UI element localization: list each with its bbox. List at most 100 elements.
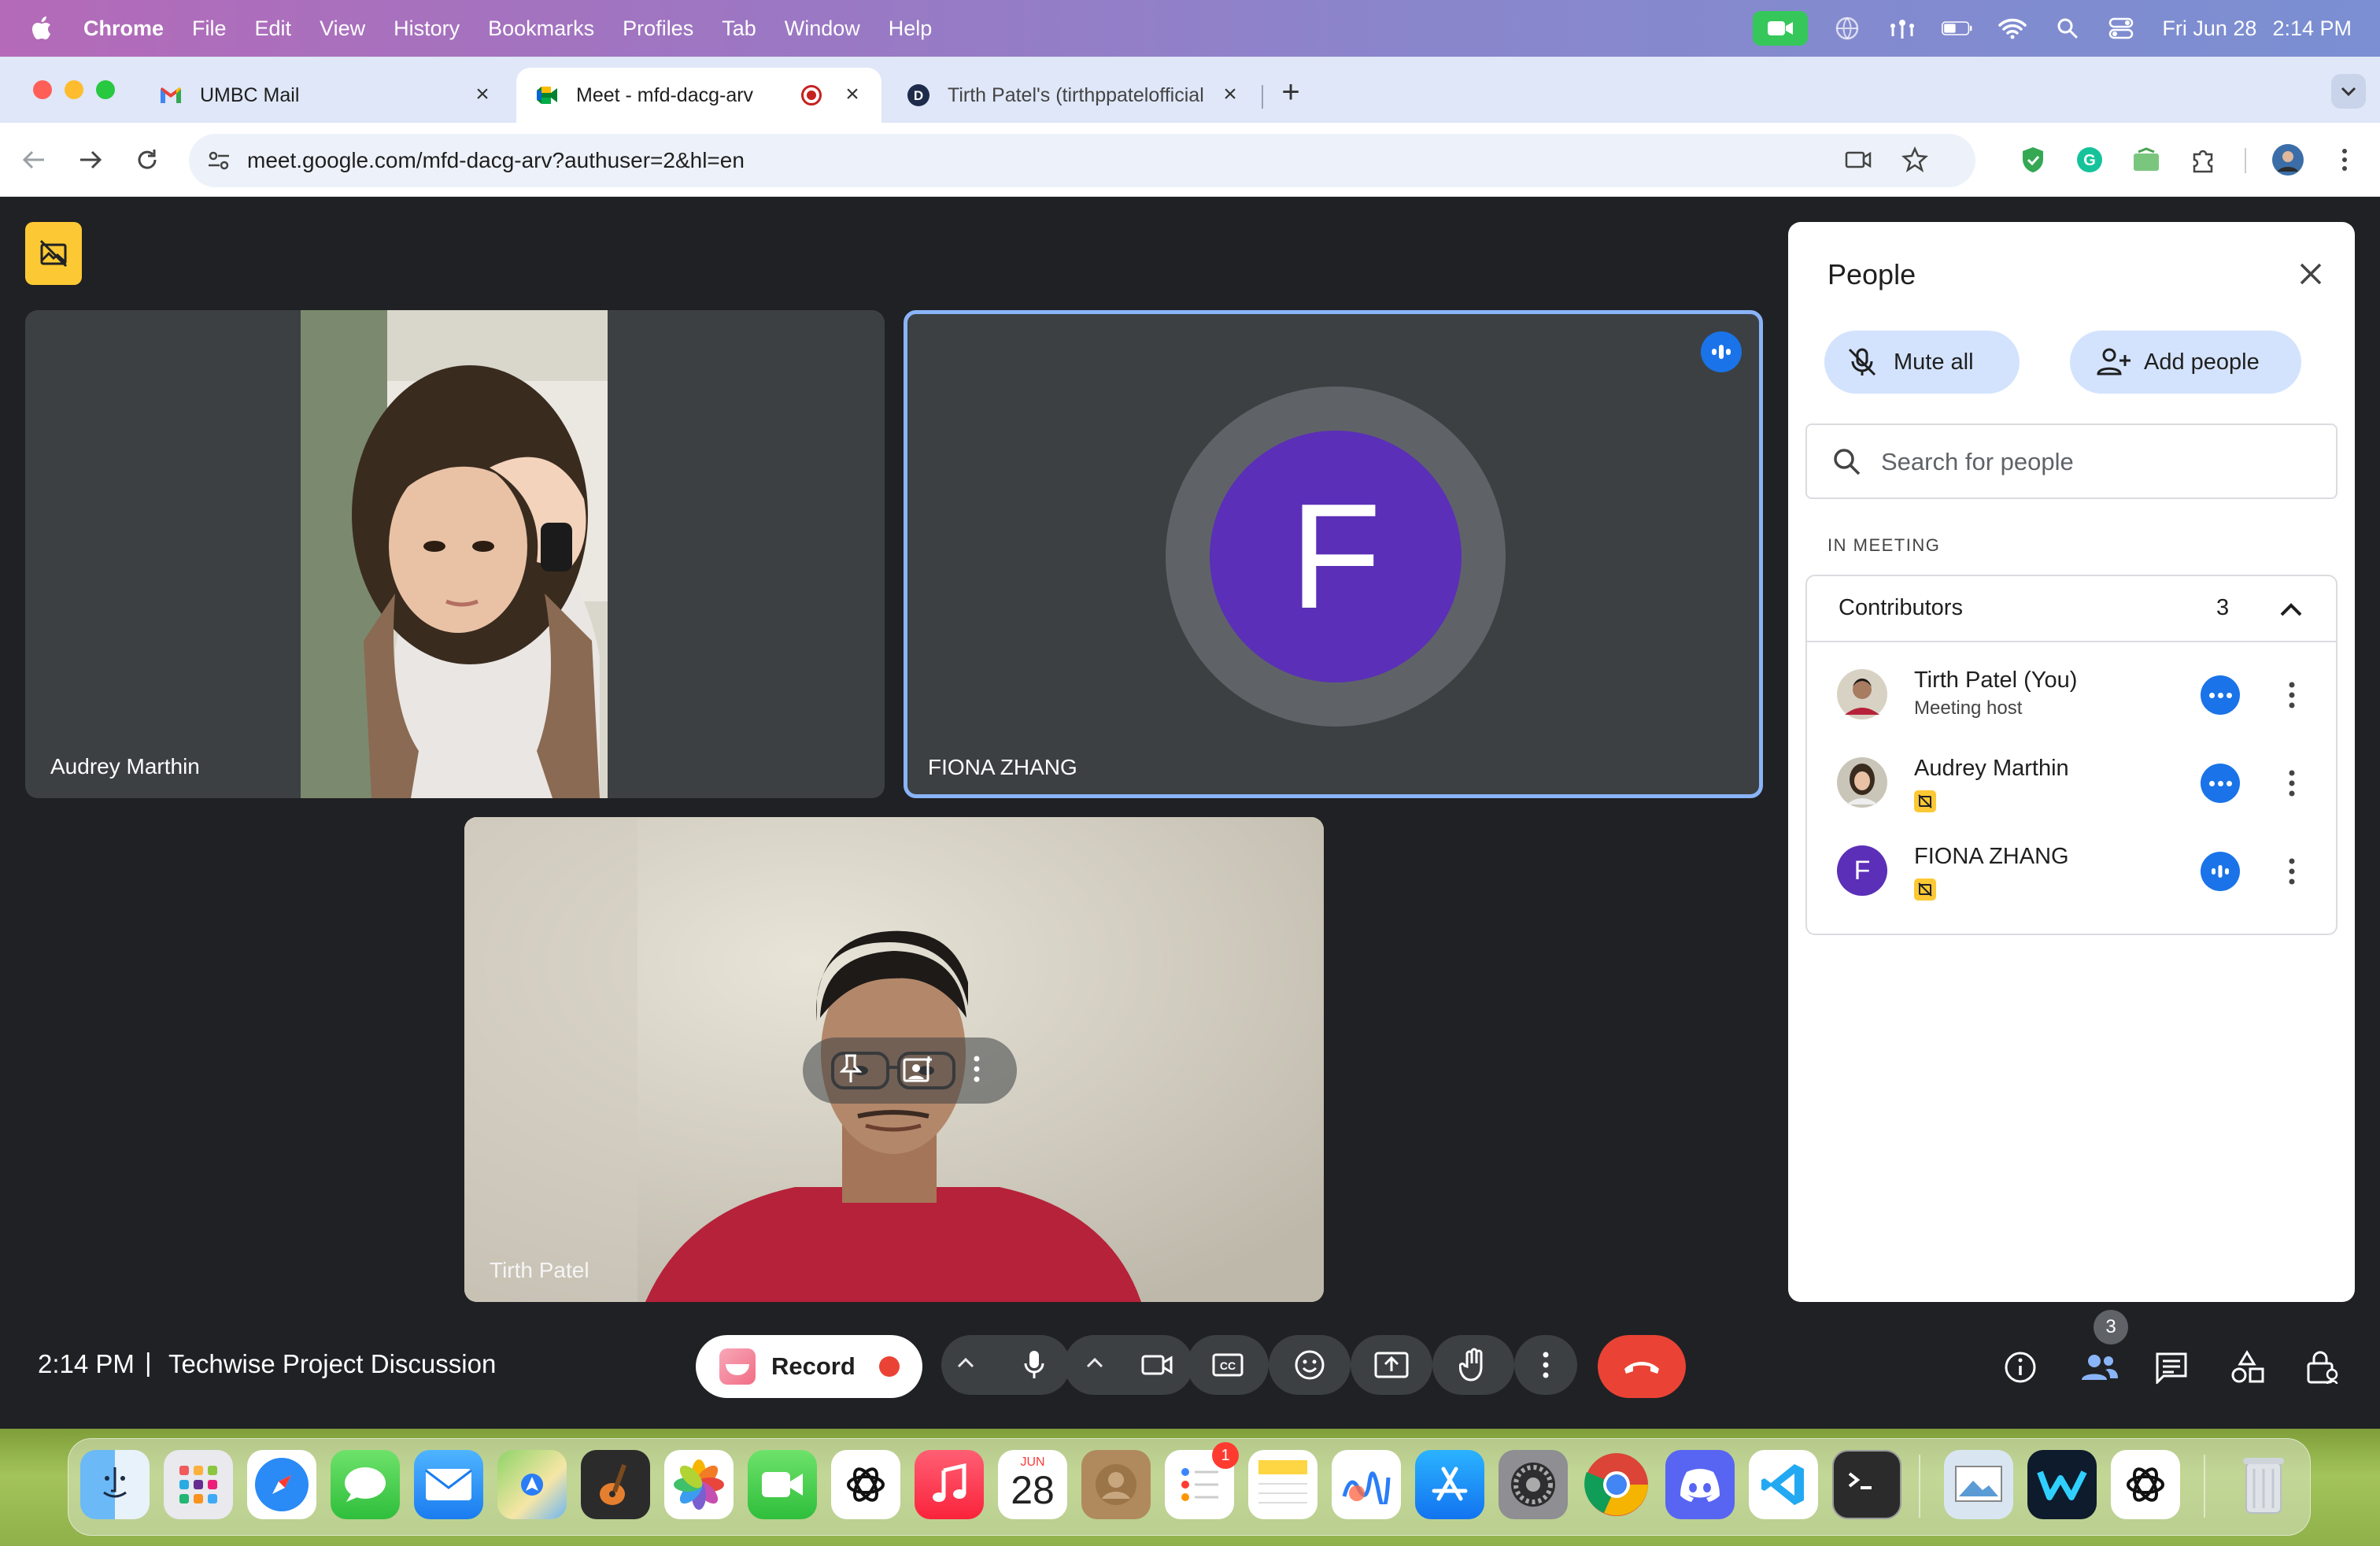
maps-icon[interactable] (497, 1450, 567, 1519)
back-arrow-icon[interactable] (17, 143, 50, 176)
tab-close-icon[interactable]: × (842, 83, 863, 106)
new-tab-icon[interactable]: + (1277, 76, 1305, 108)
camera-off-indicator-icon[interactable] (25, 222, 82, 285)
discord-icon[interactable] (1665, 1450, 1735, 1519)
close-icon[interactable] (2295, 258, 2326, 290)
menu-tab[interactable]: Tab (722, 17, 756, 41)
vscode-icon[interactable] (1749, 1450, 1818, 1519)
participant-row-audrey[interactable]: Audrey Marthin (1807, 753, 2336, 816)
camera-permission-icon[interactable] (1845, 148, 1872, 176)
chrome-icon[interactable] (1582, 1450, 1651, 1519)
contributors-header[interactable]: Contributors 3 (1807, 576, 2336, 642)
menu-edit[interactable]: Edit (255, 17, 292, 41)
wifi-icon[interactable] (1997, 14, 2028, 43)
messages-icon[interactable] (331, 1450, 400, 1519)
microphone-button[interactable] (1001, 1338, 1067, 1392)
garageband-icon[interactable] (581, 1450, 650, 1519)
grammarly-extension-icon[interactable]: G (2073, 143, 2106, 176)
raise-hand-button[interactable] (1432, 1335, 1514, 1395)
meeting-details-button[interactable] (1999, 1346, 2042, 1389)
webex-icon[interactable] (2027, 1450, 2097, 1519)
music-icon[interactable] (915, 1450, 984, 1519)
window-zoom-button[interactable] (96, 80, 115, 99)
more-vert-icon[interactable] (2289, 858, 2295, 885)
participant-row-fiona[interactable]: F FIONA ZHANG (1807, 841, 2336, 904)
present-screen-button[interactable] (1351, 1335, 1432, 1395)
more-options-icon[interactable] (974, 1056, 980, 1086)
menu-bookmarks[interactable]: Bookmarks (488, 17, 594, 41)
more-vert-icon[interactable] (2289, 682, 2295, 708)
chatgpt-icon[interactable] (831, 1450, 900, 1519)
menu-history[interactable]: History (394, 17, 460, 41)
profile-avatar[interactable] (2271, 143, 2304, 176)
search-people-input[interactable]: Search for people (1805, 423, 2338, 499)
menu-help[interactable]: Help (889, 17, 933, 41)
more-vert-icon[interactable] (2289, 770, 2295, 797)
facetime-icon[interactable] (748, 1450, 817, 1519)
tab-search-chevron-icon[interactable] (2331, 74, 2366, 109)
tab-meet[interactable]: Meet - mfd-dacg-arv × (516, 68, 881, 123)
chevron-up-icon[interactable] (2279, 601, 2303, 617)
menu-view[interactable]: View (320, 17, 365, 41)
menu-file[interactable]: File (192, 17, 227, 41)
menu-profiles[interactable]: Profiles (623, 17, 693, 41)
forward-arrow-icon[interactable] (74, 143, 107, 176)
app-store-icon[interactable] (1415, 1450, 1484, 1519)
more-options-button[interactable] (1514, 1335, 1577, 1395)
site-settings-icon[interactable] (206, 148, 231, 173)
url-text[interactable]: meet.google.com/mfd-dacg-arv?authuser=2&… (247, 148, 745, 173)
system-settings-icon[interactable] (1499, 1450, 1568, 1519)
address-bar[interactable]: meet.google.com/mfd-dacg-arv?authuser=2&… (189, 134, 1975, 187)
freeform-icon[interactable] (1332, 1450, 1401, 1519)
safari-icon[interactable] (247, 1450, 316, 1519)
host-controls-button[interactable] (2301, 1346, 2344, 1389)
tab-discord[interactable]: D Tirth Patel's (tirthppatelofficial × (883, 68, 1259, 123)
control-center-icon[interactable] (2107, 14, 2138, 43)
notes-icon[interactable] (1248, 1450, 1318, 1519)
window-minimize-button[interactable] (65, 80, 83, 99)
terminal-icon[interactable] (1832, 1450, 1901, 1519)
trash-icon[interactable] (2229, 1450, 2298, 1519)
captions-button[interactable]: CC (1187, 1335, 1269, 1395)
mute-all-button[interactable]: Mute all (1824, 331, 2020, 394)
mic-options-chevron-icon[interactable] (957, 1357, 974, 1372)
finder-icon[interactable] (80, 1450, 150, 1519)
participant-row-tirth[interactable]: Tirth Patel (You) Meeting host (1807, 664, 2336, 727)
network-icon[interactable] (1887, 14, 1918, 43)
leave-call-button[interactable] (1598, 1335, 1686, 1398)
camera-button[interactable] (1124, 1338, 1190, 1392)
chatgpt-icon[interactable] (2111, 1450, 2180, 1519)
extensions-puzzle-icon[interactable] (2186, 143, 2219, 176)
photos-icon[interactable] (664, 1450, 734, 1519)
pin-icon[interactable] (839, 1053, 863, 1089)
chat-button[interactable] (2150, 1346, 2193, 1389)
background-effects-icon[interactable] (902, 1055, 933, 1087)
people-button[interactable]: 3 (2075, 1310, 2128, 1389)
tab-close-icon[interactable]: × (1220, 83, 1240, 106)
camera-options-chevron-icon[interactable] (1086, 1357, 1103, 1372)
bookmark-star-icon[interactable] (1901, 146, 1928, 177)
menu-window[interactable]: Window (785, 17, 860, 41)
tab-umbc-mail[interactable]: UMBC Mail × (135, 68, 512, 123)
preview-icon[interactable] (1944, 1450, 2013, 1519)
chrome-menu-icon[interactable] (2328, 143, 2361, 176)
menu-app-name[interactable]: Chrome (83, 17, 164, 41)
participant-tile-fiona[interactable]: F FIONA ZHANG (904, 310, 1763, 798)
vpn-globe-icon[interactable] (1831, 14, 1863, 43)
tab-close-icon[interactable]: × (472, 83, 493, 106)
camera-in-use-icon[interactable] (1753, 11, 1809, 46)
mail-icon[interactable] (414, 1450, 483, 1519)
menu-clock[interactable]: 2:14 PM (2272, 17, 2352, 41)
launchpad-icon[interactable] (164, 1450, 233, 1519)
activities-button[interactable] (2226, 1346, 2268, 1389)
apple-icon[interactable] (31, 17, 52, 40)
battery-icon[interactable] (1942, 14, 1973, 43)
window-close-button[interactable] (33, 80, 52, 99)
shield-extension-icon[interactable] (2016, 143, 2049, 176)
reload-icon[interactable] (131, 143, 164, 176)
calendar-icon[interactable]: JUN 28 (998, 1450, 1067, 1519)
spotlight-search-icon[interactable] (2052, 14, 2083, 43)
add-people-button[interactable]: Add people (2070, 331, 2301, 394)
reactions-button[interactable] (1269, 1335, 1351, 1395)
record-button[interactable]: Record (696, 1335, 922, 1398)
